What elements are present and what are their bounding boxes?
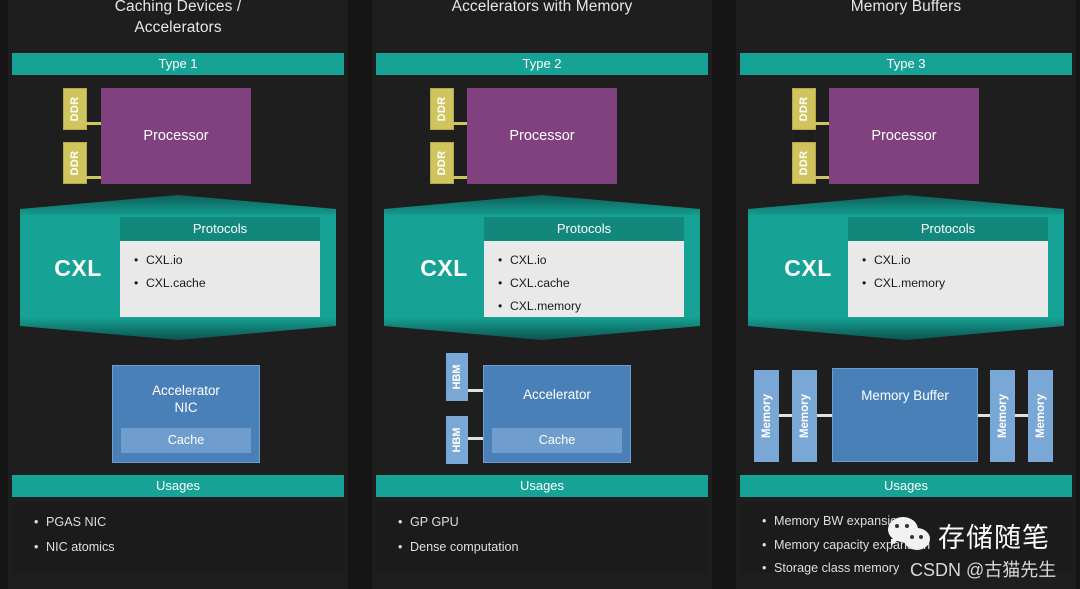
memory-block-3: Memory	[990, 370, 1015, 462]
protocol-item: CXL.io	[848, 249, 1048, 272]
ddr-label: DDR	[798, 150, 810, 176]
ddr-block-2a: DDR	[430, 88, 454, 130]
type-banner-1: Type 1	[12, 53, 344, 75]
hbm-block-2: HBM	[446, 416, 468, 464]
column-type-2: Accelerators with Memory Type 2 DDR DDR …	[372, 0, 712, 589]
protocols-card-2: Protocols CXL.io CXL.cache CXL.memory	[484, 217, 684, 318]
memory-connector-3	[978, 414, 990, 417]
protocol-item: CXL.cache	[484, 272, 684, 295]
usage-item: Storage class memory	[740, 557, 1072, 581]
cxl-label-3: CXL	[784, 255, 832, 281]
usages-list-1: PGAS NIC NIC atomics	[12, 501, 344, 573]
hbm-connector-2	[468, 437, 483, 440]
protocol-item: CXL.cache	[120, 272, 320, 295]
usage-item: GP GPU	[376, 510, 708, 535]
type-banner-3: Type 3	[740, 53, 1072, 75]
usages-banner-2: Usages	[376, 475, 708, 497]
memory-label: Memory	[760, 393, 773, 439]
device-title: Accelerator	[523, 387, 591, 402]
protocol-item: CXL.io	[484, 249, 684, 272]
hbm-block-1: HBM	[446, 353, 468, 401]
ddr-connector-1a	[86, 122, 102, 125]
usages-banner-3: Usages	[740, 475, 1072, 497]
type-banner-2: Type 2	[376, 53, 708, 75]
ddr-block-1a: DDR	[63, 88, 87, 130]
usage-item: NIC atomics	[12, 535, 344, 560]
protocols-card-3: Protocols CXL.io CXL.memory	[848, 217, 1048, 317]
column-title-type-1: Caching Devices / Accelerators	[114, 0, 242, 36]
column-title-type-3: Memory Buffers	[850, 0, 962, 15]
protocols-card-1: Protocols CXL.io CXL.cache	[120, 217, 320, 317]
hbm-label: HBM	[451, 364, 463, 390]
usage-item: PGAS NIC	[12, 510, 344, 535]
usages-list-2: GP GPU Dense computation	[376, 501, 708, 573]
memory-block-1: Memory	[754, 370, 779, 462]
memory-label: Memory	[798, 393, 811, 439]
memory-buffer-block: Memory Buffer	[832, 368, 978, 462]
processor-block-2: Processor	[467, 88, 617, 184]
ddr-label: DDR	[798, 96, 810, 122]
protocols-list-1: CXL.io CXL.cache	[120, 241, 320, 317]
protocols-list-2: CXL.io CXL.cache CXL.memory	[484, 241, 684, 318]
memory-connector-4	[1015, 414, 1028, 417]
hbm-connector-1	[468, 389, 483, 392]
memory-label: Memory	[996, 393, 1009, 439]
ddr-block-1b: DDR	[63, 142, 87, 184]
ddr-label: DDR	[69, 150, 81, 176]
memory-block-2: Memory	[792, 370, 817, 462]
column-type-1: Caching Devices / Accelerators Type 1 DD…	[8, 0, 348, 589]
cxl-label-2: CXL	[420, 255, 468, 281]
ddr-label: DDR	[436, 96, 448, 122]
accelerator-block: Accelerator Cache	[483, 365, 631, 463]
protocol-item: CXL.io	[120, 249, 320, 272]
ddr-block-3b: DDR	[792, 142, 816, 184]
usage-item: Memory BW expansion	[740, 510, 1072, 534]
memory-block-4: Memory	[1028, 370, 1053, 462]
cache-bar-2: Cache	[492, 428, 622, 453]
device-title: Memory Buffer	[861, 388, 949, 403]
column-type-3: Memory Buffers Type 3 DDR DDR Processor	[736, 0, 1076, 589]
ddr-connector-1b	[86, 176, 102, 179]
usage-item: Memory capacity expansion	[740, 534, 1072, 558]
usage-item: Dense computation	[376, 535, 708, 560]
ddr-label: DDR	[436, 150, 448, 176]
processor-block-3: Processor	[829, 88, 979, 184]
protocols-header-3: Protocols	[848, 217, 1048, 241]
protocols-header-1: Protocols	[120, 217, 320, 241]
processor-block-1: Processor	[101, 88, 251, 184]
cxl-label-1: CXL	[54, 255, 102, 281]
protocols-header-2: Protocols	[484, 217, 684, 241]
usages-list-3: Memory BW expansion Memory capacity expa…	[740, 501, 1072, 580]
ddr-block-2b: DDR	[430, 142, 454, 184]
accelerator-nic-block: Accelerator NIC Cache	[112, 365, 260, 463]
memory-label: Memory	[1034, 393, 1047, 439]
device-title: Accelerator NIC	[152, 383, 220, 415]
column-title-type-2: Accelerators with Memory	[451, 0, 633, 15]
protocol-item: CXL.memory	[484, 295, 684, 318]
protocol-item: CXL.memory	[848, 272, 1048, 295]
cache-bar-1: Cache	[121, 428, 251, 453]
ddr-block-3a: DDR	[792, 88, 816, 130]
memory-connector-2	[817, 414, 832, 417]
usages-banner-1: Usages	[12, 475, 344, 497]
ddr-label: DDR	[69, 96, 81, 122]
memory-connector-1	[779, 414, 792, 417]
cxl-device-types-diagram: Caching Devices / Accelerators Type 1 DD…	[0, 0, 1080, 589]
hbm-label: HBM	[451, 427, 463, 453]
protocols-list-3: CXL.io CXL.memory	[848, 241, 1048, 317]
